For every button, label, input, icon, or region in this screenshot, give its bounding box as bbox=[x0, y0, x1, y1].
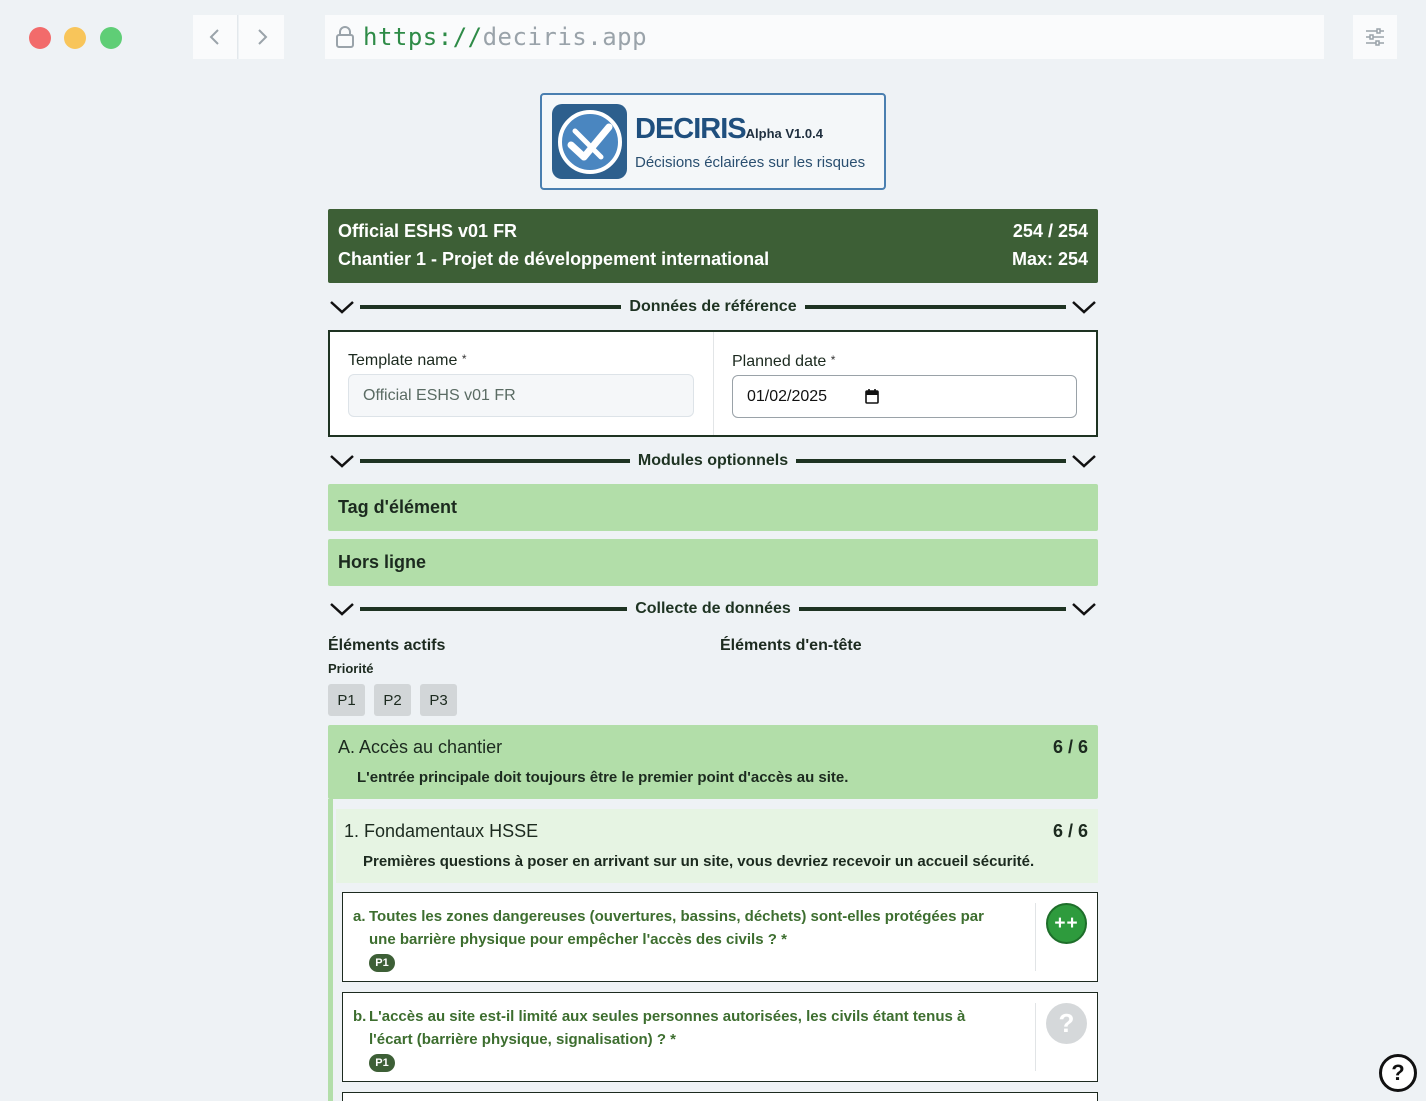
chevron-down-icon[interactable] bbox=[328, 596, 356, 622]
template-header: Official ESHS v01 FR 254 / 254 Chantier … bbox=[328, 209, 1098, 283]
chevron-down-icon[interactable] bbox=[1070, 448, 1098, 474]
reference-data-panel: Template name * Official ESHS v01 FR Pla… bbox=[328, 330, 1098, 437]
subsection-1-header[interactable]: 1. Fondamentaux HSSE 6 / 6 Premières que… bbox=[336, 809, 1098, 883]
divider-label: Données de référence bbox=[629, 298, 797, 315]
section-title: A. Accès au chantier bbox=[338, 737, 503, 757]
question-text: b. L'accès au site est-il limité aux seu… bbox=[353, 1005, 1013, 1051]
question-item: a. Toutes les zones dangereuses (ouvertu… bbox=[342, 892, 1098, 982]
app-logo: DECIRISAlpha V1.0.4 Décisions éclairées … bbox=[540, 93, 886, 190]
priority-filter-p2[interactable]: P2 bbox=[374, 684, 411, 716]
module-element-tag[interactable]: Tag d'élément bbox=[328, 484, 1098, 531]
template-name-group: Template name * Official ESHS v01 FR bbox=[330, 332, 714, 435]
subsection-description: Premières questions à poser en arrivant … bbox=[363, 853, 1035, 870]
chevron-down-icon[interactable] bbox=[328, 448, 356, 474]
project-name: Chantier 1 - Projet de développement int… bbox=[338, 249, 770, 269]
priority-badge: P1 bbox=[369, 954, 395, 972]
template-title: Official ESHS v01 FR bbox=[338, 221, 518, 241]
question-body: Toutes les zones dangereuses (ouvertures… bbox=[369, 908, 984, 948]
question-item bbox=[342, 1092, 1098, 1101]
question-text: a. Toutes les zones dangereuses (ouvertu… bbox=[353, 905, 1013, 951]
chevron-left-icon bbox=[209, 29, 219, 45]
chevron-down-icon[interactable] bbox=[1070, 294, 1098, 320]
priority-badge: P1 bbox=[369, 1054, 395, 1072]
priority-label: Priorité bbox=[328, 661, 374, 676]
priority-filter-p3[interactable]: P3 bbox=[420, 684, 457, 716]
forward-button[interactable] bbox=[239, 15, 284, 59]
logo-tagline: Décisions éclairées sur les risques bbox=[635, 154, 866, 171]
priority-filter-p1[interactable]: P1 bbox=[328, 684, 365, 716]
sliders-icon bbox=[1366, 28, 1384, 46]
planned-date-value: 01/02/2025 bbox=[747, 387, 828, 405]
logo-version: Alpha V1.0.4 bbox=[745, 126, 823, 141]
section-a-header[interactable]: A. Accès au chantier 6 / 6 L'entrée prin… bbox=[328, 725, 1098, 799]
back-button[interactable] bbox=[193, 15, 238, 59]
url-text: https://deciris.app bbox=[363, 23, 647, 51]
logo-title: DECIRISAlpha V1.0.4 bbox=[635, 113, 823, 145]
chevron-down-icon[interactable] bbox=[1070, 596, 1098, 622]
divider-reference[interactable]: Données de référence bbox=[328, 294, 1098, 320]
subsection-score: 6 / 6 bbox=[1052, 821, 1088, 841]
question-letter: b. bbox=[353, 1008, 367, 1025]
planned-date-label: Planned date * bbox=[732, 353, 836, 370]
answer-good-button[interactable]: ++ bbox=[1046, 903, 1087, 944]
minimize-window-button[interactable] bbox=[64, 27, 86, 49]
divider-label: Modules optionnels bbox=[637, 452, 789, 469]
max-score: Max: 254 bbox=[1011, 249, 1088, 269]
section-description: L'entrée principale doit toujours être l… bbox=[357, 769, 849, 786]
total-score: 254 / 254 bbox=[1012, 221, 1088, 241]
calendar-icon[interactable] bbox=[865, 389, 879, 404]
url-host: deciris.app bbox=[482, 23, 648, 51]
question-letter: a. bbox=[353, 908, 366, 925]
settings-button[interactable] bbox=[1353, 15, 1397, 59]
chevron-down-icon[interactable] bbox=[328, 294, 356, 320]
close-window-button[interactable] bbox=[29, 27, 51, 49]
active-elements-label: Éléments actifs bbox=[328, 637, 446, 654]
divider-label: Collecte de données bbox=[635, 600, 791, 617]
question-item: b. L'accès au site est-il limité aux seu… bbox=[342, 992, 1098, 1082]
planned-date-group: Planned date * 01/02/2025 bbox=[714, 332, 1096, 435]
answer-unknown-button[interactable]: ? bbox=[1046, 1003, 1087, 1044]
url-bar[interactable]: https://deciris.app bbox=[325, 15, 1324, 59]
url-scheme: https:// bbox=[363, 23, 483, 51]
maximize-window-button[interactable] bbox=[100, 27, 122, 49]
module-offline[interactable]: Hors ligne bbox=[328, 539, 1098, 586]
template-name-label: Template name * bbox=[348, 352, 467, 369]
divider-collection[interactable]: Collecte de données bbox=[328, 596, 1098, 622]
subsection-title: 1. Fondamentaux HSSE bbox=[344, 821, 539, 841]
browser-chrome: https://deciris.app bbox=[0, 0, 1426, 74]
divider-modules[interactable]: Modules optionnels bbox=[328, 448, 1098, 474]
help-button[interactable]: ? bbox=[1379, 1054, 1417, 1092]
section-score: 6 / 6 bbox=[1052, 737, 1088, 757]
chevron-right-icon bbox=[257, 29, 267, 45]
logo-emblem-icon bbox=[552, 104, 627, 179]
template-name-field[interactable]: Official ESHS v01 FR bbox=[348, 374, 694, 417]
header-elements-label: Éléments d'en-tête bbox=[720, 637, 862, 654]
lock-icon bbox=[336, 26, 354, 48]
planned-date-field[interactable]: 01/02/2025 bbox=[732, 375, 1077, 418]
question-body: L'accès au site est-il limité aux seules… bbox=[369, 1008, 966, 1048]
